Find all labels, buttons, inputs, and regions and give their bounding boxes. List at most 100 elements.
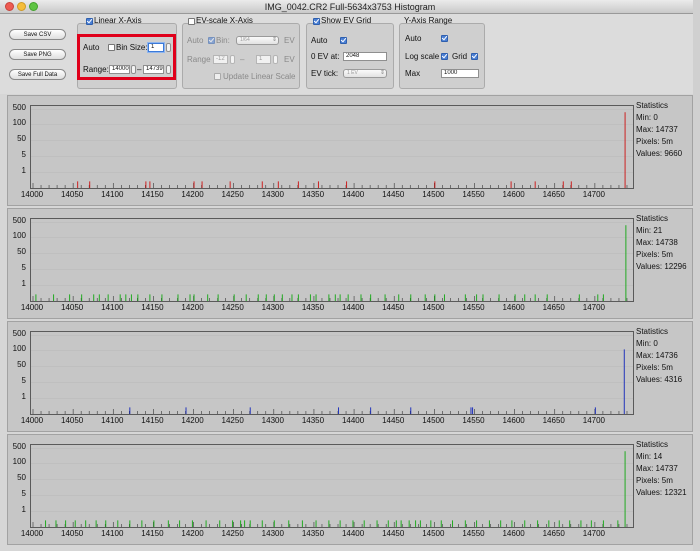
grid-checkbox[interactable] xyxy=(471,53,478,60)
x-tick-label: 14150 xyxy=(141,190,164,199)
histogram-bar xyxy=(205,520,207,527)
histogram-bar xyxy=(301,520,303,527)
y-max-field[interactable]: 1000 xyxy=(441,69,479,78)
x-tick-label: 14700 xyxy=(582,190,605,199)
y-tick-label: 100 xyxy=(12,344,26,354)
histogram-bar xyxy=(281,294,283,301)
histogram-bar xyxy=(179,520,181,527)
ev-scale-checkbox[interactable] xyxy=(188,18,195,25)
x-tick-label: 14500 xyxy=(422,416,445,425)
histogram-bar xyxy=(597,294,599,301)
y-tick-label: 1 xyxy=(21,391,26,401)
histogram-bar xyxy=(328,294,330,301)
save-png-button[interactable]: Save PNG xyxy=(9,49,66,60)
ev-tick-select[interactable]: 1 EV xyxy=(343,69,387,78)
y-max-label: Max xyxy=(405,69,421,78)
stats-pixels: Pixels: 5m xyxy=(636,476,673,485)
histogram-bar xyxy=(77,181,79,188)
histogram-bar xyxy=(476,520,478,527)
histogram-bar xyxy=(470,407,472,414)
stats-title: Statistics xyxy=(636,440,669,449)
histogram-bar xyxy=(81,294,83,301)
ev-range-min-stepper[interactable] xyxy=(230,55,235,64)
x-tick-label: 14400 xyxy=(341,303,365,312)
x-tick-label: 14100 xyxy=(101,529,124,538)
x-tick-label: 14600 xyxy=(502,529,525,538)
y-tick-label: 1 xyxy=(21,504,26,514)
maximize-window-icon[interactable] xyxy=(29,2,38,11)
histogram-bar xyxy=(482,294,484,301)
update-linear-scale-checkbox[interactable] xyxy=(214,73,221,80)
histogram-panel-4: 500 100 50 5 1 14000 14050 14100 14150 14200 14250… xyxy=(7,434,693,545)
histogram-bar xyxy=(464,520,466,527)
x-tick-label: 14600 xyxy=(502,416,525,425)
ev-range-min-field[interactable]: -12 xyxy=(213,55,228,64)
histogram-bar xyxy=(125,294,127,301)
y-tick-label: 5 xyxy=(21,150,26,160)
histogram-bar xyxy=(217,294,219,301)
stats-max: Max: 14737 xyxy=(636,125,678,134)
x-tick-label: 14100 xyxy=(101,190,124,199)
histogram-bar xyxy=(498,294,500,301)
close-window-icon[interactable] xyxy=(5,2,14,11)
save-full-data-button[interactable]: Save Full Data xyxy=(9,69,66,80)
zero-ev-field[interactable]: 2048 xyxy=(343,52,387,61)
x-tick-label: 14100 xyxy=(101,303,124,312)
histogram-bar xyxy=(602,520,604,527)
x-tick-label: 14350 xyxy=(301,190,325,199)
x-tick-label: 14000 xyxy=(20,416,44,425)
x-tick-label: 14250 xyxy=(221,529,244,538)
y-tick-label: 500 xyxy=(12,103,26,113)
histogram-bar xyxy=(398,294,400,301)
log-scale-checkbox[interactable] xyxy=(441,53,448,60)
x-tick-label: 14700 xyxy=(582,303,605,312)
toolbar: Save CSV Save PNG Save Full Data Linear … xyxy=(0,14,700,94)
x-tick-label: 14200 xyxy=(181,529,204,538)
y-tick-label: 500 xyxy=(12,442,26,452)
histogram-bar xyxy=(137,294,139,301)
histogram-bar xyxy=(548,520,550,527)
histogram-bar xyxy=(534,294,536,301)
histogram-bar xyxy=(229,181,231,188)
histogram-bar xyxy=(434,181,436,188)
ev-range-separator: – xyxy=(240,55,245,64)
ev-scale-x-axis-title: EV-scale X-Axis xyxy=(196,16,253,25)
stats-max: Max: 14737 xyxy=(636,464,678,473)
histogram-bar xyxy=(558,520,560,527)
ev-range-max-field[interactable]: 1 xyxy=(256,55,271,64)
x-tick-label: 14550 xyxy=(462,416,485,425)
y-auto-checkbox[interactable] xyxy=(441,35,448,42)
x-tick-label: 14650 xyxy=(542,416,565,425)
x-tick-label: 14700 xyxy=(582,529,605,538)
minimize-window-icon[interactable] xyxy=(17,2,26,11)
ev-grid-auto-checkbox[interactable] xyxy=(340,37,347,44)
save-csv-button[interactable]: Save CSV xyxy=(9,29,66,40)
histogram-bar xyxy=(338,407,340,414)
ev-range-max-stepper[interactable] xyxy=(273,55,278,64)
histogram-bar xyxy=(315,520,317,527)
histogram-bar xyxy=(117,520,119,527)
ev-bin-checkbox[interactable] xyxy=(208,37,215,44)
histogram-bar xyxy=(594,407,596,414)
y-tick-label: 5 xyxy=(21,263,26,273)
histogram-bar xyxy=(45,520,47,527)
x-tick-label: 14500 xyxy=(422,529,445,538)
ev-range-unit: EV xyxy=(284,55,295,64)
y-auto-label: Auto xyxy=(405,34,422,43)
show-ev-grid-checkbox[interactable] xyxy=(313,18,320,25)
histogram-bar xyxy=(476,294,478,301)
y-tick-label: 100 xyxy=(12,457,26,467)
histogram-bar xyxy=(74,520,76,527)
y-tick-label: 50 xyxy=(17,246,26,256)
ev-bin-select[interactable]: 1/64 xyxy=(236,36,279,45)
histogram-bar xyxy=(98,294,100,301)
linear-x-axis-checkbox[interactable] xyxy=(86,18,93,25)
histogram-bar xyxy=(370,407,372,414)
histogram-bar xyxy=(624,112,626,188)
histogram-bar xyxy=(257,294,259,301)
x-tick-label: 14200 xyxy=(181,190,204,199)
histogram-bar xyxy=(201,181,203,188)
ev-grid-auto-label: Auto xyxy=(311,36,328,45)
histogram-bar xyxy=(297,181,299,188)
zero-ev-label: 0 EV at: xyxy=(311,52,340,61)
